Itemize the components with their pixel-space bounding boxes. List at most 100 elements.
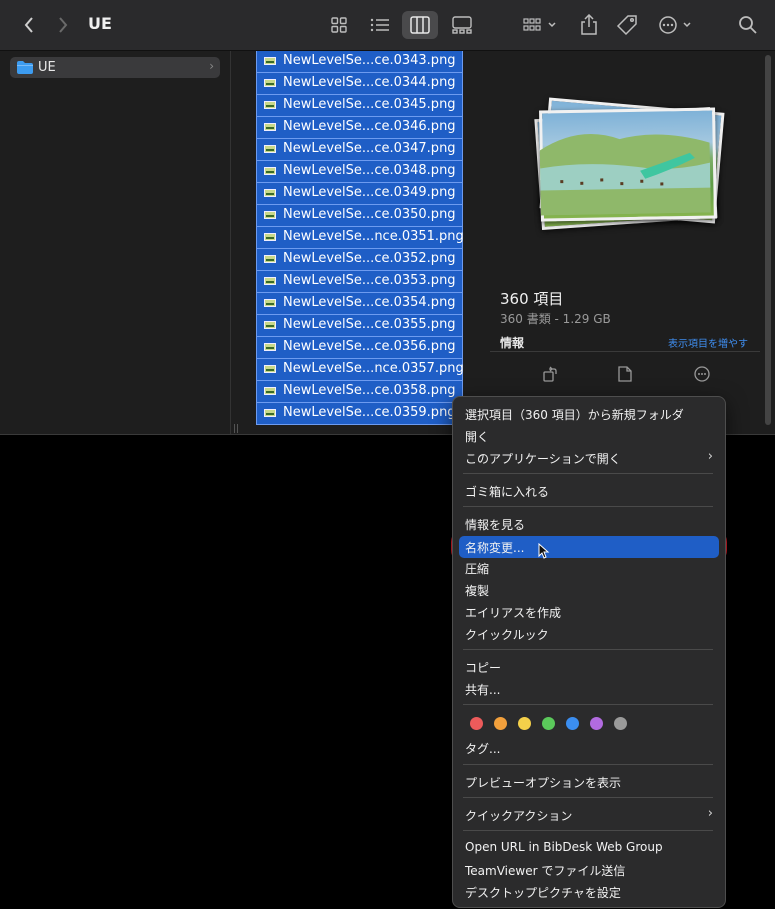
file-row[interactable]: NewLevelSe...ce.0358.png xyxy=(256,381,463,403)
menu-separator xyxy=(463,830,713,831)
back-icon[interactable] xyxy=(16,12,42,38)
preview-size-summary: 360 書類 - 1.29 GB xyxy=(500,312,611,326)
menu-item-copy[interactable]: コピー xyxy=(465,659,501,676)
menu-item-new-folder-with-selection[interactable]: 選択項目（360 項目）から新規フォルダ xyxy=(465,406,684,423)
file-row[interactable]: NewLevelSe...ce.0344.png xyxy=(256,73,463,95)
menu-separator xyxy=(463,506,713,507)
mouse-pointer-icon xyxy=(538,542,550,563)
toolbar: UE xyxy=(0,0,775,51)
image-file-icon xyxy=(264,255,276,263)
tag-icon[interactable] xyxy=(614,12,640,38)
window-title: UE xyxy=(88,14,112,33)
sidebar-item-label: UE xyxy=(38,60,56,75)
file-name: NewLevelSe...ce.0345.png xyxy=(283,97,456,112)
file-row[interactable]: NewLevelSe...nce.0357.png xyxy=(256,359,464,381)
menu-item-teamviewer-send[interactable]: TeamViewer でファイル送信 xyxy=(465,862,625,879)
file-row[interactable]: NewLevelSe...ce.0343.png xyxy=(256,51,463,73)
folder-icon xyxy=(17,61,33,74)
gallery-view-icon[interactable] xyxy=(444,11,480,39)
image-file-icon xyxy=(264,123,276,131)
menu-item-rename[interactable]: 名称変更... xyxy=(465,539,524,556)
menu-separator xyxy=(463,649,713,650)
file-row[interactable]: NewLevelSe...ce.0359.png xyxy=(256,403,463,425)
image-file-icon xyxy=(264,365,276,373)
file-name: NewLevelSe...ce.0354.png xyxy=(283,295,456,310)
menu-item-share[interactable]: 共有... xyxy=(465,681,500,698)
file-row[interactable]: NewLevelSe...ce.0349.png xyxy=(256,183,463,205)
file-name: NewLevelSe...ce.0350.png xyxy=(283,207,456,222)
tag-color-dot[interactable] xyxy=(614,717,627,730)
list-view-icon[interactable] xyxy=(362,11,398,39)
column-view-icon[interactable] xyxy=(402,11,438,39)
menu-item-move-to-trash[interactable]: ゴミ箱に入れる xyxy=(465,483,549,500)
file-row[interactable]: NewLevelSe...ce.0347.png xyxy=(256,139,463,161)
divider xyxy=(490,351,760,352)
file-name: NewLevelSe...ce.0347.png xyxy=(283,141,456,156)
image-file-icon xyxy=(264,145,276,153)
share-icon[interactable] xyxy=(576,12,602,38)
file-row[interactable]: NewLevelSe...ce.0355.png xyxy=(256,315,463,337)
menu-item-make-alias[interactable]: エイリアスを作成 xyxy=(465,604,561,621)
file-row[interactable]: NewLevelSe...nce.0351.png xyxy=(256,227,464,249)
file-name: NewLevelSe...nce.0357.png xyxy=(283,361,464,376)
tag-color-dot[interactable] xyxy=(470,717,483,730)
file-name: NewLevelSe...ce.0348.png xyxy=(283,163,456,178)
menu-separator xyxy=(463,473,713,474)
preview-item-count: 360 項目 xyxy=(500,290,564,308)
menu-item-tags[interactable]: タグ... xyxy=(465,740,500,757)
more-actions-icon[interactable] xyxy=(672,366,732,385)
menu-item-quick-actions[interactable]: クイックアクション xyxy=(465,807,572,824)
file-name: NewLevelSe...ce.0349.png xyxy=(283,185,456,200)
image-file-icon xyxy=(264,299,276,307)
preview-thumbnail xyxy=(539,107,717,222)
file-row[interactable]: NewLevelSe...ce.0352.png xyxy=(256,249,463,271)
icon-view-icon[interactable] xyxy=(321,11,357,39)
column-resize-handle[interactable]: || xyxy=(233,424,239,434)
tag-color-dot[interactable] xyxy=(494,717,507,730)
file-name: NewLevelSe...ce.0356.png xyxy=(283,339,456,354)
image-file-icon xyxy=(264,79,276,87)
menu-item-open[interactable]: 開く xyxy=(465,428,489,445)
menu-item-show-preview-options[interactable]: プレビューオプションを表示 xyxy=(465,774,621,791)
search-icon[interactable] xyxy=(735,12,761,38)
file-name: NewLevelSe...ce.0359.png xyxy=(283,405,456,420)
menu-item-compress[interactable]: 圧縮 xyxy=(465,560,489,577)
image-file-icon xyxy=(264,409,276,417)
image-file-icon xyxy=(264,189,276,197)
file-row[interactable]: NewLevelSe...ce.0350.png xyxy=(256,205,463,227)
file-row[interactable]: NewLevelSe...ce.0356.png xyxy=(256,337,463,359)
menu-separator xyxy=(463,764,713,765)
menu-item-set-desktop-picture[interactable]: デスクトップピクチャを設定 xyxy=(465,884,621,901)
forward-icon[interactable] xyxy=(50,12,76,38)
file-name: NewLevelSe...ce.0343.png xyxy=(283,53,456,68)
rotate-left-icon[interactable] xyxy=(520,366,580,385)
menu-item-get-info[interactable]: 情報を見る xyxy=(465,516,525,533)
file-name: NewLevelSe...ce.0358.png xyxy=(283,383,456,398)
group-icon[interactable] xyxy=(522,12,560,38)
menu-item-open-url-bibdesk[interactable]: Open URL in BibDesk Web Group xyxy=(465,840,663,854)
menu-item-duplicate[interactable]: 複製 xyxy=(465,582,489,599)
create-pdf-icon[interactable] xyxy=(595,366,655,385)
context-menu: 選択項目（360 項目）から新規フォルダ 開く このアプリケーションで開く › … xyxy=(452,396,726,908)
file-row[interactable]: NewLevelSe...ce.0354.png xyxy=(256,293,463,315)
more-icon[interactable] xyxy=(658,12,694,38)
tag-color-dot[interactable] xyxy=(518,717,531,730)
file-name: NewLevelSe...ce.0352.png xyxy=(283,251,456,266)
image-file-icon xyxy=(264,277,276,285)
image-file-icon xyxy=(264,57,276,65)
preview-image-stack xyxy=(528,95,725,231)
image-file-icon xyxy=(264,387,276,395)
tag-color-dot[interactable] xyxy=(590,717,603,730)
file-row[interactable]: NewLevelSe...ce.0346.png xyxy=(256,117,463,139)
file-row[interactable]: NewLevelSe...ce.0353.png xyxy=(256,271,463,293)
scrollbar[interactable] xyxy=(765,55,771,425)
menu-item-quick-look[interactable]: クイックルック xyxy=(465,626,549,643)
menu-item-open-with[interactable]: このアプリケーションで開く xyxy=(465,450,621,467)
tag-color-dot[interactable] xyxy=(566,717,579,730)
sidebar-item-ue[interactable]: UE › xyxy=(10,57,220,78)
file-row[interactable]: NewLevelSe...ce.0345.png xyxy=(256,95,463,117)
file-name: NewLevelSe...ce.0355.png xyxy=(283,317,456,332)
file-row[interactable]: NewLevelSe...ce.0348.png xyxy=(256,161,463,183)
tag-color-dot[interactable] xyxy=(542,717,555,730)
show-more-link[interactable]: 表示項目を増やす xyxy=(668,335,748,350)
